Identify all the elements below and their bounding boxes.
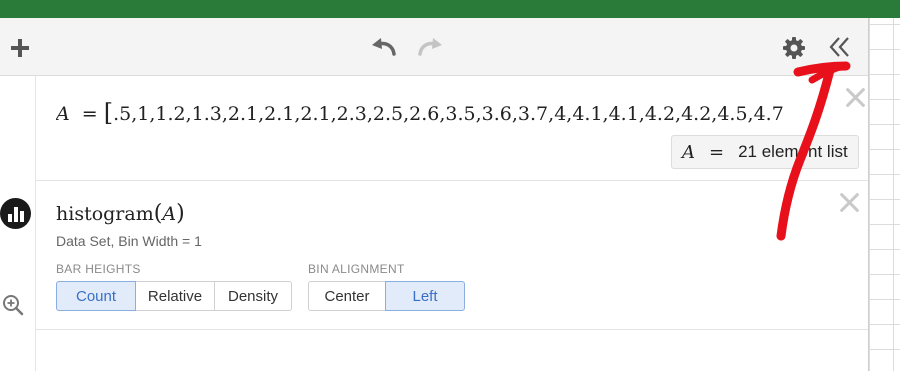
function-argument: A bbox=[162, 203, 177, 225]
histogram-expression[interactable]: histogram(A) bbox=[56, 201, 185, 226]
settings-button[interactable] bbox=[780, 34, 808, 62]
evaluation-result: A = 21 element list bbox=[671, 135, 859, 169]
bar-heights-relative-button[interactable]: Relative bbox=[135, 281, 215, 311]
open-bracket: [ bbox=[103, 99, 114, 126]
evaluation-equals: = bbox=[709, 141, 725, 163]
undo-button[interactable] bbox=[368, 34, 400, 60]
empty-expression-row[interactable] bbox=[36, 330, 868, 371]
list-expression[interactable]: A = [.5,1,1.2,1.3,2.1,2.1,2.1,2.3,2.5,2.6… bbox=[56, 98, 832, 126]
bar-heights-label: BAR HEIGHTS bbox=[56, 262, 141, 276]
undo-icon bbox=[372, 38, 396, 56]
bar-heights-density-button[interactable]: Density bbox=[214, 281, 292, 311]
close-paren: ) bbox=[176, 201, 185, 226]
bin-alignment-toggle: Center Left bbox=[308, 281, 465, 311]
histogram-icon[interactable] bbox=[0, 198, 31, 229]
add-item-button[interactable] bbox=[6, 34, 34, 62]
collapse-panel-button[interactable] bbox=[826, 33, 854, 61]
bin-alignment-center-button[interactable]: Center bbox=[308, 281, 386, 311]
variable-a: A bbox=[56, 103, 70, 125]
expression-histogram[interactable]: histogram(A) Data Set, Bin Width = 1 BAR… bbox=[36, 181, 868, 330]
expression-toolbar bbox=[0, 18, 868, 76]
zoom-fit-icon[interactable] bbox=[2, 294, 24, 316]
histogram-subtitle: Data Set, Bin Width = 1 bbox=[56, 233, 202, 249]
equals-sign: = bbox=[81, 103, 98, 125]
bar-heights-toggle: Count Relative Density bbox=[56, 281, 292, 311]
bar-heights-count-button[interactable]: Count bbox=[56, 281, 136, 311]
double-chevron-left-icon bbox=[829, 37, 849, 57]
delete-expression-button[interactable] bbox=[844, 86, 866, 108]
evaluation-variable: A bbox=[682, 141, 695, 163]
gear-icon bbox=[783, 37, 805, 59]
window-top-bar bbox=[0, 0, 900, 18]
plus-icon bbox=[11, 39, 29, 57]
bin-alignment-label: BIN ALIGNMENT bbox=[308, 262, 405, 276]
bin-alignment-left-button[interactable]: Left bbox=[385, 281, 465, 311]
redo-button[interactable] bbox=[414, 34, 446, 60]
list-values: .5,1,1.2,1.3,2.1,2.1,2.1,2.3,2.5,2.6,3.5… bbox=[113, 103, 784, 125]
redo-icon bbox=[418, 38, 442, 56]
evaluation-value: 21 element list bbox=[738, 142, 848, 161]
delete-expression-button[interactable] bbox=[838, 191, 860, 213]
expression-list-a[interactable]: A = [.5,1,1.2,1.3,2.1,2.1,2.1,2.3,2.5,2.6… bbox=[36, 76, 868, 181]
function-name: histogram bbox=[56, 203, 154, 225]
graph-paper-area[interactable] bbox=[868, 18, 900, 371]
